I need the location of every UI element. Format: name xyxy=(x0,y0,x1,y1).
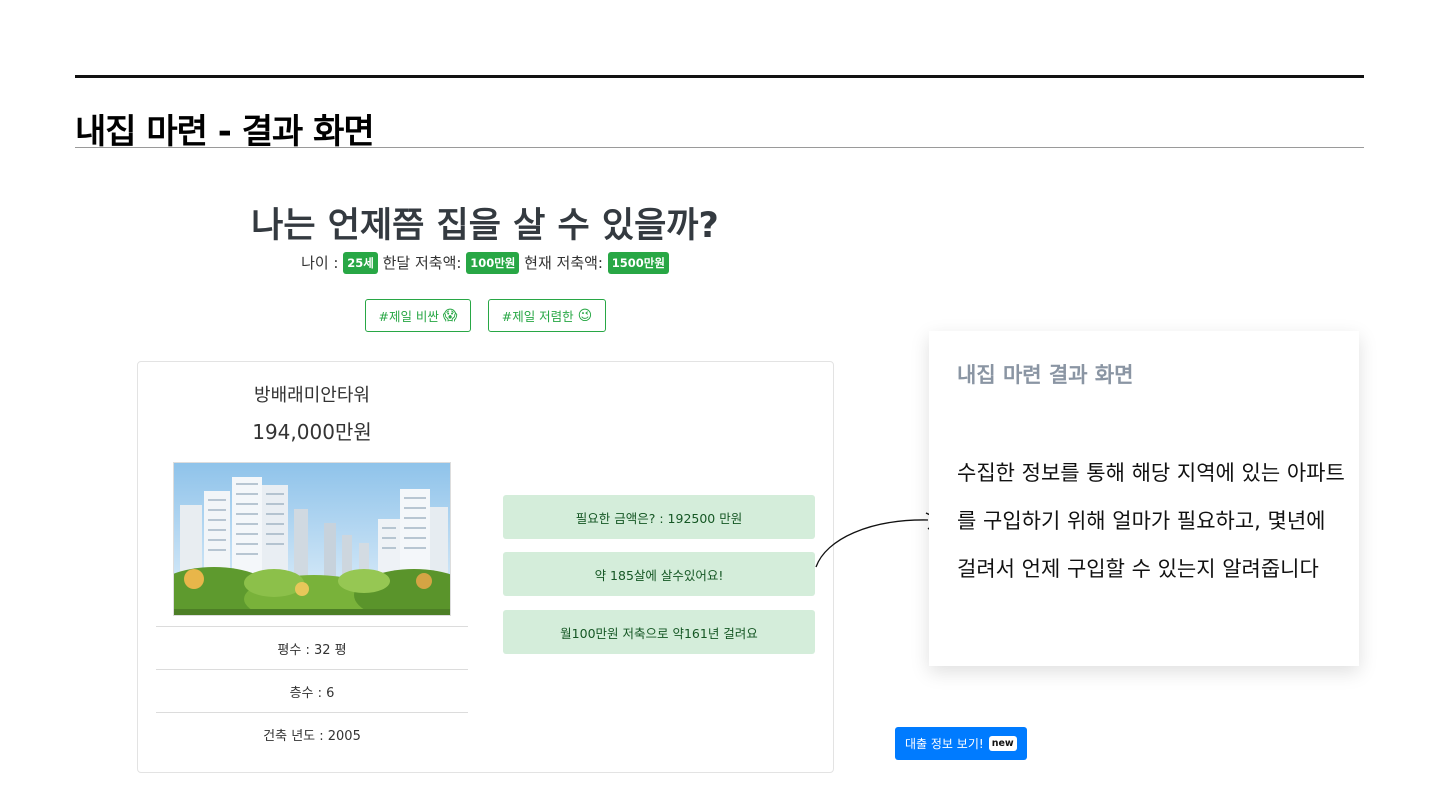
monthly-savings-badge: 100만원 xyxy=(466,252,520,274)
title-rule xyxy=(75,147,1364,148)
apartment-photo-drawing xyxy=(174,463,450,615)
winking-face-icon: 😉 xyxy=(577,307,593,324)
required-amount-result: 필요한 금액은? : 192500 만원 xyxy=(503,495,815,539)
saving-years-result: 월100만원 저축으로 약161년 걸려요 xyxy=(503,610,815,654)
description-title: 내집 마련 결과 화면 xyxy=(957,363,1134,387)
app-heading: 나는 언제쯤 집을 살 수 있을까? xyxy=(251,206,719,246)
purchase-age-result: 약 185살에 살수있어요! xyxy=(503,552,815,596)
cheapest-button[interactable]: #제일 저렴한 😉 xyxy=(488,299,606,332)
callout-arrow-line xyxy=(815,519,929,568)
apartment-photo xyxy=(173,462,451,616)
apartment-name: 방배래미안타워 xyxy=(254,385,370,406)
most-expensive-label: #제일 비싼 xyxy=(378,309,439,324)
screaming-face-icon: 😱 xyxy=(442,307,458,324)
loan-info-button[interactable]: 대출 정보 보기! new xyxy=(895,727,1027,760)
loan-info-label: 대출 정보 보기! xyxy=(905,737,984,751)
floor-area-row: 평수 : 32 평 xyxy=(156,626,468,669)
floor-count-row: 층수 : 6 xyxy=(156,669,468,712)
most-expensive-button[interactable]: #제일 비싼 😱 xyxy=(365,299,471,332)
build-year-row: 건축 년도 : 2005 xyxy=(156,712,468,755)
top-rule xyxy=(75,75,1364,78)
description-card: 내집 마련 결과 화면 수집한 정보를 통해 해당 지역에 있는 아파트를 구입… xyxy=(929,331,1359,666)
apartment-card: 방배래미안타워 194,000만원 평수: 32 평 층수: 6 건축 년도… xyxy=(137,361,834,773)
apartment-price: 194,000만원 xyxy=(252,420,372,444)
slide-title: 내집 마련 - 결과 화면 xyxy=(75,112,375,152)
new-badge: new xyxy=(988,736,1017,751)
monthly-savings-label: 한달 저축액: xyxy=(377,254,467,272)
age-badge: 25세 xyxy=(343,252,378,274)
age-label: 나이 : xyxy=(301,254,344,272)
current-savings-badge: 1500만원 xyxy=(607,252,669,274)
current-savings-label: 현재 저축액: xyxy=(519,254,608,272)
cheapest-label: #제일 저렴한 xyxy=(501,309,574,324)
apartment-details: 평수 : 32 평 층수 : 6 건축 년도 : 2005 xyxy=(156,626,468,755)
description-body: 수집한 정보를 통해 해당 지역에 있는 아파트를 구입하기 위해 얼마가 필요… xyxy=(957,461,1345,581)
user-info-line: 나이 : 25세 한달 저축액: 100만원 현재 저축액: 1500만원 xyxy=(200,252,770,274)
